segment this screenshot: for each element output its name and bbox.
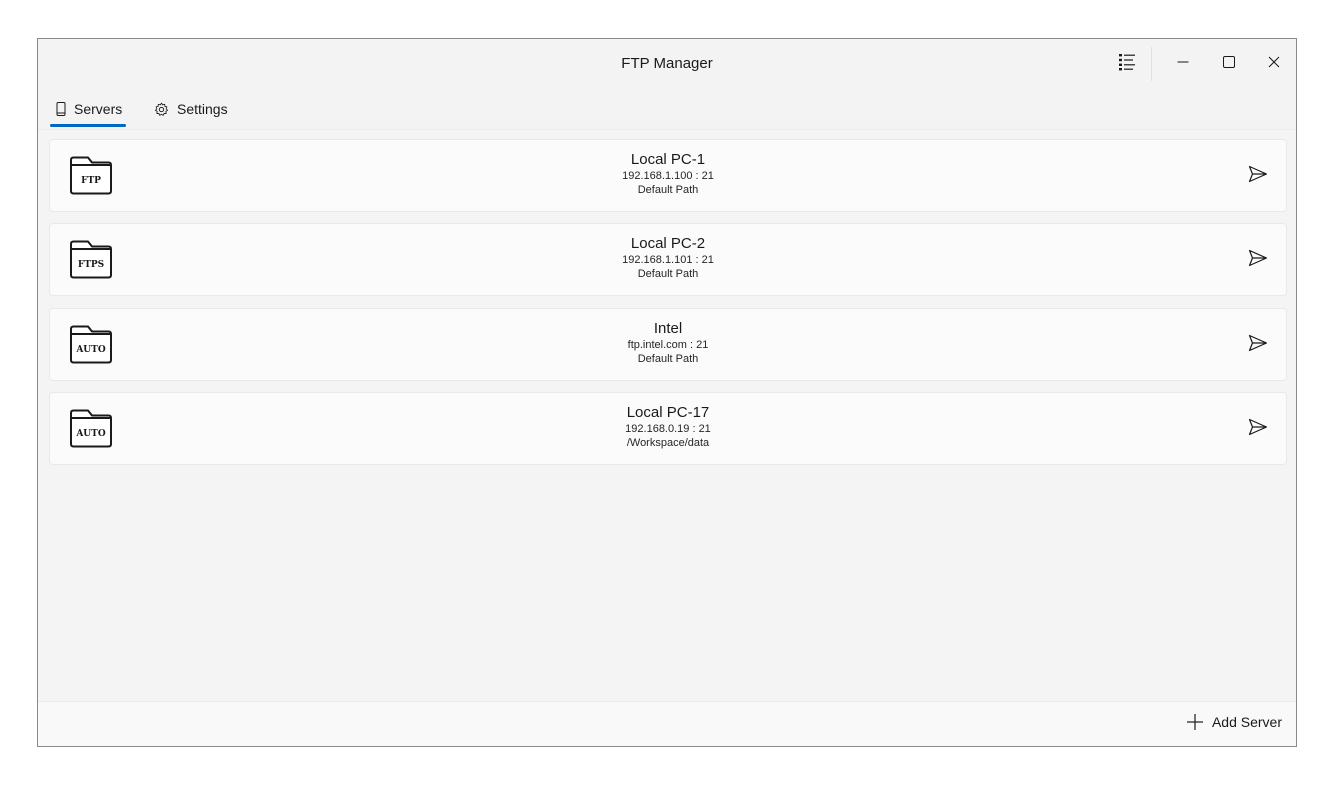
server-name: Local PC-2: [630, 235, 706, 252]
gear-icon: [154, 102, 169, 117]
server-info: Local PC-17 192.168.0.19 : 21 /Workspace…: [50, 405, 1286, 449]
send-icon: [1248, 249, 1268, 272]
server-card[interactable]: AUTO Intel ftp.intel.com : 21 Default Pa…: [49, 308, 1287, 381]
app-window: FTP Manager Servers Settings FTP Local P…: [37, 38, 1297, 747]
tab-servers-label: Servers: [74, 101, 123, 117]
server-name: Intel: [653, 320, 683, 337]
connect-button[interactable]: [1246, 248, 1270, 272]
selected-tab-indicator: [50, 124, 126, 127]
connect-button[interactable]: [1246, 164, 1270, 188]
connect-button[interactable]: [1246, 333, 1270, 357]
server-address: 192.168.0.19 : 21: [625, 423, 711, 435]
add-server-label: Add Server: [1211, 714, 1282, 730]
server-address: ftp.intel.com : 21: [627, 339, 709, 351]
title-bar: FTP Manager: [38, 39, 1296, 89]
connect-button[interactable]: [1246, 417, 1270, 441]
server-path: /Workspace/data: [626, 437, 710, 449]
phone-icon: [56, 102, 66, 116]
server-card[interactable]: FTPS Local PC-2 192.168.1.101 : 21 Defau…: [49, 223, 1287, 296]
server-path: Default Path: [637, 353, 699, 365]
add-server-button[interactable]: Add Server: [1186, 713, 1282, 731]
tab-settings[interactable]: Settings: [154, 93, 228, 125]
plus-icon: [1186, 713, 1204, 731]
server-name: Local PC-17: [626, 404, 710, 421]
send-icon: [1248, 165, 1268, 188]
server-name: Local PC-1: [630, 151, 706, 168]
list-icon: [1118, 53, 1136, 76]
close-icon: [1268, 55, 1280, 73]
server-address: 192.168.1.100 : 21: [622, 170, 714, 182]
server-path: Default Path: [637, 184, 699, 196]
server-path: Default Path: [637, 268, 699, 280]
maximize-icon: [1223, 55, 1235, 73]
server-address: 192.168.1.101 : 21: [622, 254, 714, 266]
server-info: Intel ftp.intel.com : 21 Default Path: [50, 321, 1286, 365]
caption-separator: [1151, 47, 1152, 81]
maximize-button[interactable]: [1206, 39, 1252, 89]
command-bar: Add Server: [38, 701, 1296, 746]
tab-settings-label: Settings: [177, 101, 228, 117]
minimize-icon: [1177, 55, 1189, 73]
server-card[interactable]: FTP Local PC-1 192.168.1.100 : 21 Defaul…: [49, 139, 1287, 212]
server-info: Local PC-1 192.168.1.100 : 21 Default Pa…: [50, 152, 1286, 196]
tab-servers[interactable]: Servers: [56, 93, 122, 125]
server-list: FTP Local PC-1 192.168.1.100 : 21 Defaul…: [38, 129, 1296, 705]
server-card[interactable]: AUTO Local PC-17 192.168.0.19 : 21 /Work…: [49, 392, 1287, 465]
close-button[interactable]: [1251, 39, 1296, 89]
list-view-button[interactable]: [1104, 39, 1150, 89]
server-info: Local PC-2 192.168.1.101 : 21 Default Pa…: [50, 236, 1286, 280]
send-icon: [1248, 334, 1268, 357]
minimize-button[interactable]: [1160, 39, 1206, 89]
send-icon: [1248, 418, 1268, 441]
